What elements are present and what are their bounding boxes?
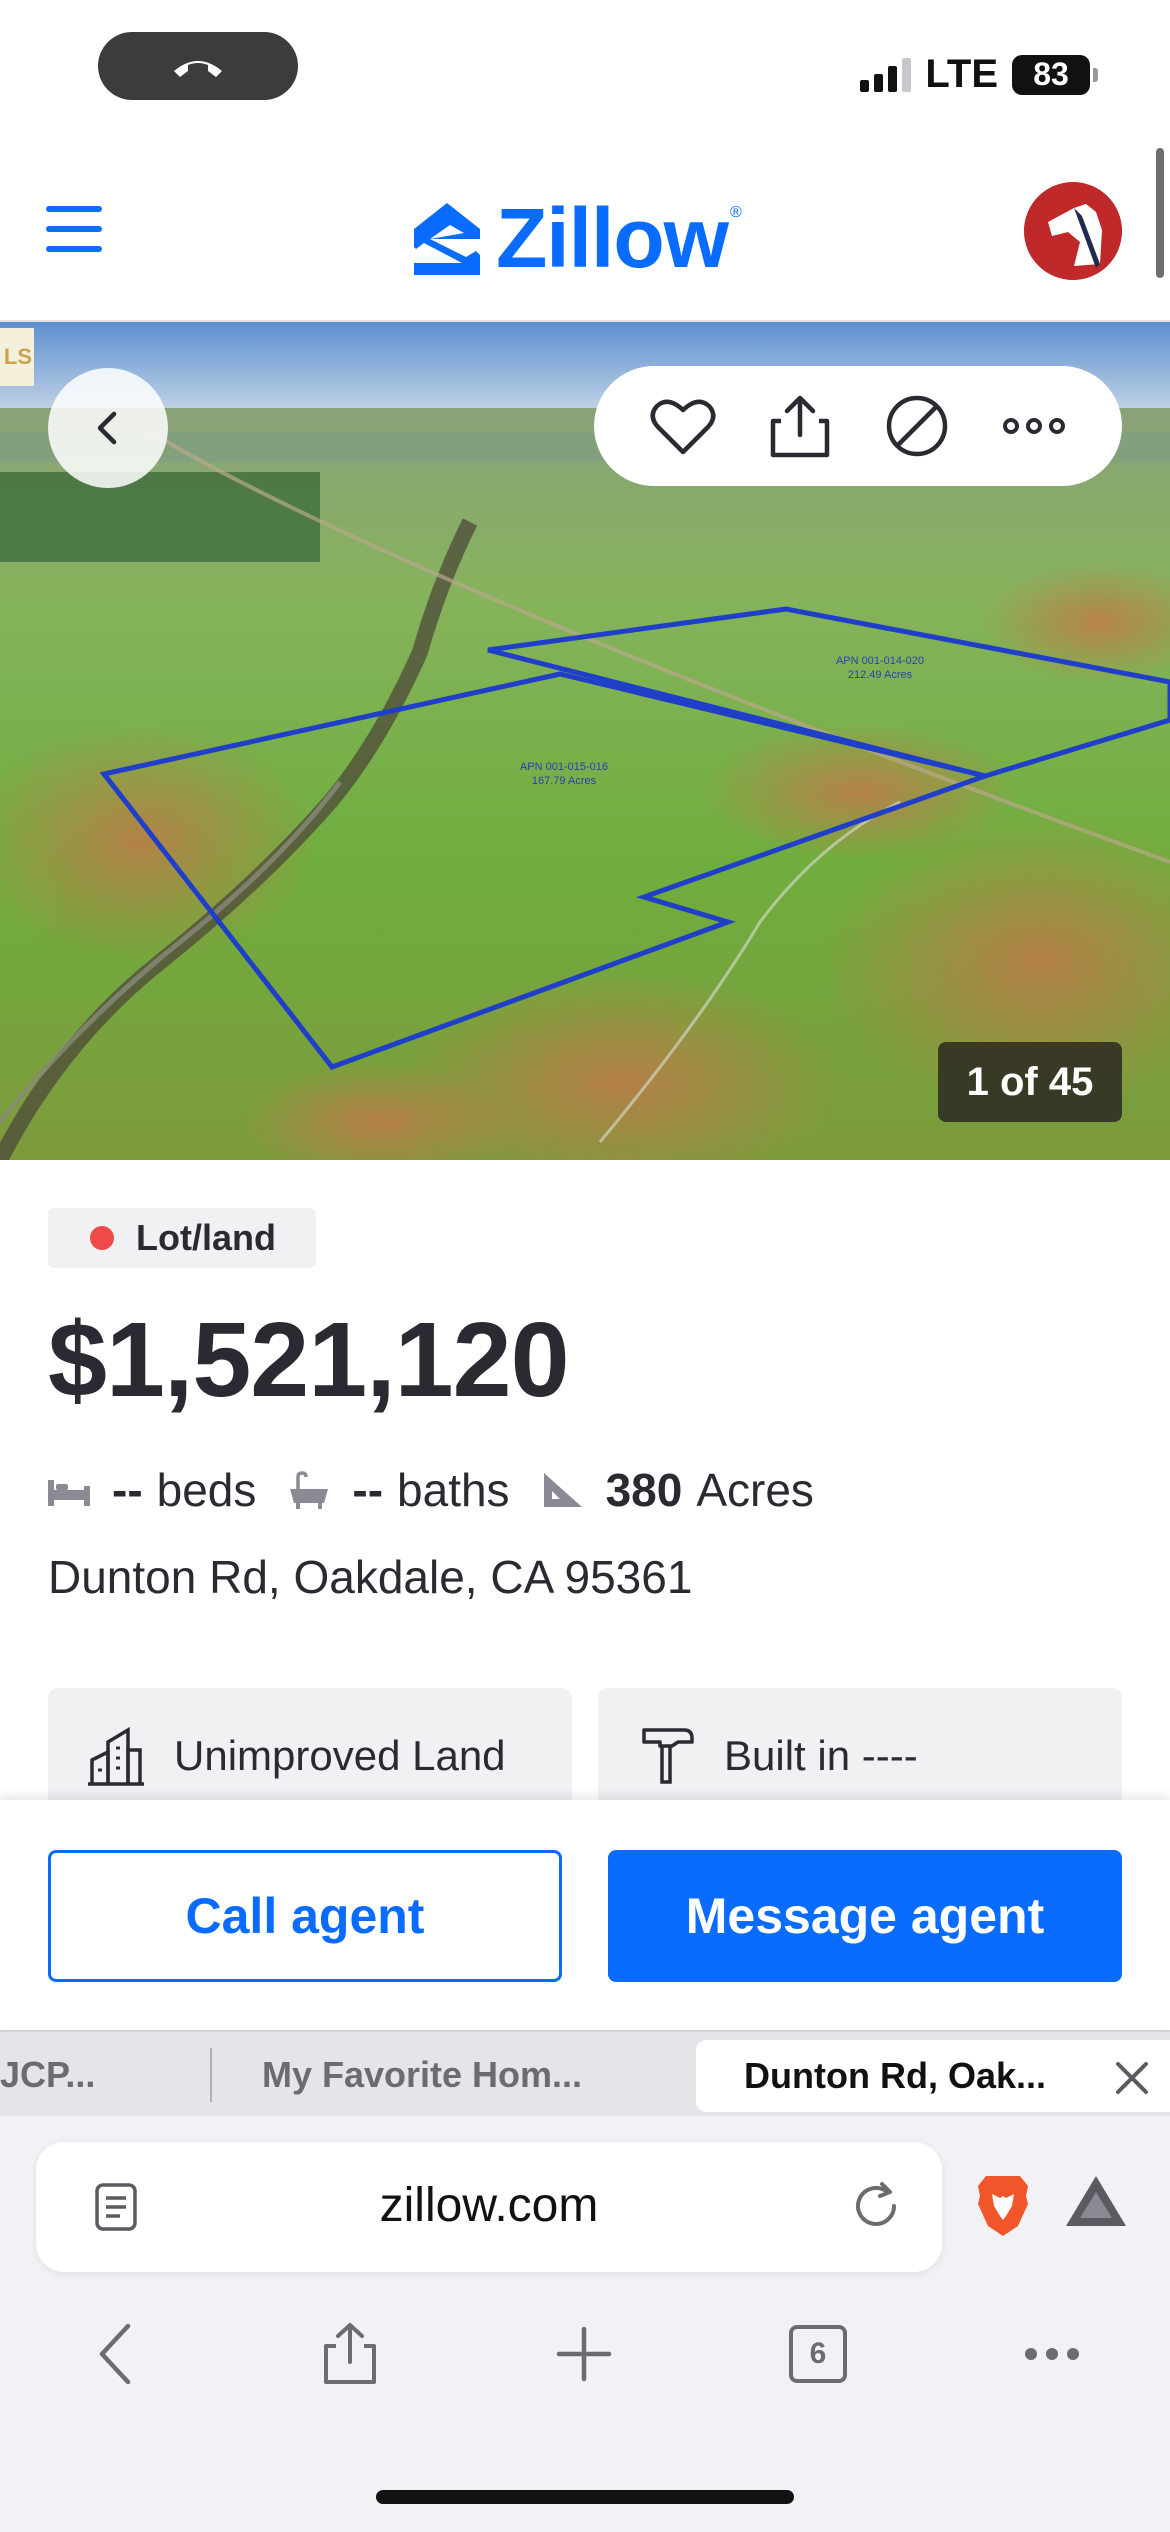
browser-tab-active-title: Dunton Rd, Oak... <box>744 2055 1046 2096</box>
beds-label: beds <box>156 1464 257 1516</box>
more-icon <box>1025 2348 1079 2360</box>
area-fact: 380 Acres <box>542 1463 814 1517</box>
network-type: LTE <box>925 52 998 96</box>
plus-icon <box>556 2326 612 2382</box>
new-tab-button[interactable] <box>534 2304 634 2404</box>
save-button[interactable] <box>643 386 723 466</box>
reload-icon[interactable] <box>848 2178 904 2234</box>
battery-icon: 83 <box>1012 54 1098 95</box>
close-tab-button[interactable] <box>1110 2056 1154 2100</box>
browser-back-button[interactable] <box>66 2304 166 2404</box>
mls-logo: LS <box>0 328 34 386</box>
listing-facts: -- beds -- baths 380 Acres <box>48 1460 814 1520</box>
area-label: Acres <box>696 1464 814 1516</box>
listing-price: $1,521,120 <box>48 1301 570 1419</box>
phone-icon <box>174 61 222 77</box>
tab-divider <box>210 2048 212 2102</box>
signal-strength-icon <box>860 57 912 92</box>
tab-count: 6 <box>789 2325 847 2383</box>
parcel-label-apn-1: APN 001-015-016 <box>520 761 608 773</box>
area-value: 380 <box>605 1464 683 1516</box>
photo-counter: 1 of 45 <box>938 1042 1122 1122</box>
browser-toolbar: 6 <box>0 2304 1170 2404</box>
share-button[interactable] <box>760 386 840 466</box>
listing-type-badge: Lot/land <box>48 1208 316 1268</box>
zillow-z-icon <box>414 202 480 275</box>
status-dot <box>90 1226 114 1250</box>
contact-agent-bar: Call agent Message agent <box>0 1800 1170 2028</box>
browser-chrome: zillow.com 6 <box>0 2116 1170 2532</box>
parcel-label-acres-1: 167.79 Acres <box>532 775 597 787</box>
hide-button[interactable] <box>877 386 957 466</box>
fact-card-home-type-label: Unimproved Land <box>174 1732 506 1779</box>
parcel-label-acres-2: 212.49 Acres <box>848 669 913 681</box>
page-scrollbar[interactable] <box>1156 148 1164 278</box>
listing-actions <box>594 366 1122 486</box>
fact-card-year-built-label: Built in ---- <box>724 1732 918 1779</box>
bed-icon <box>48 1480 90 1506</box>
back-button[interactable] <box>48 368 168 488</box>
url-text: zillow.com <box>379 2179 599 2232</box>
menu-icon[interactable] <box>46 206 102 252</box>
home-indicator[interactable] <box>376 2490 794 2504</box>
browser-tab-1-title: JCP... <box>0 2054 96 2095</box>
browser-tab-1[interactable]: JCP... <box>0 2032 210 2118</box>
call-agent-button[interactable]: Call agent <box>48 1850 562 1982</box>
brand-name: Zillow <box>496 191 729 285</box>
close-icon <box>1116 2062 1148 2094</box>
ruler-triangle-icon <box>543 1473 582 1507</box>
horse-avatar-icon <box>1024 182 1122 280</box>
beds-fact: -- beds <box>48 1463 256 1517</box>
hide-icon <box>886 395 947 457</box>
zillow-logo[interactable]: Zillow ® <box>410 190 742 287</box>
browser-share-button[interactable] <box>300 2304 400 2404</box>
avatar[interactable] <box>1024 182 1122 280</box>
browser-tab-active[interactable]: Dunton Rd, Oak... <box>696 2040 1170 2112</box>
share-icon <box>770 395 829 458</box>
address-bar[interactable]: zillow.com <box>36 2142 942 2272</box>
app-header: Zillow ® <box>0 140 1170 322</box>
listing-address: Dunton Rd, Oakdale, CA 95361 <box>48 1551 693 1603</box>
chevron-left-icon <box>97 411 117 445</box>
brave-shields-icon[interactable] <box>972 2172 1034 2238</box>
more-icon <box>1002 418 1065 434</box>
baths-fact: -- baths <box>288 1463 510 1517</box>
tab-switcher-button[interactable]: 6 <box>768 2304 868 2404</box>
status-bar: LTE 83 <box>0 0 1170 140</box>
browser-tab-2-title: My Favorite Hom... <box>262 2054 583 2095</box>
fact-cards: Unimproved Land Built in ---- <box>48 1688 1122 1800</box>
browser-menu-button[interactable] <box>1002 2304 1102 2404</box>
listing-photo[interactable]: APN 001-015-016 167.79 Acres APN 001-014… <box>0 322 1170 1160</box>
beds-value: -- <box>112 1464 143 1516</box>
parcel-label-apn-2: APN 001-014-020 <box>836 655 924 667</box>
building-icon <box>88 1726 144 1786</box>
bathtub-icon <box>290 1471 329 1509</box>
battery-level: 83 <box>1033 56 1069 92</box>
fact-card-year-built: Built in ---- <box>598 1688 1122 1800</box>
fact-card-home-type: Unimproved Land <box>48 1688 572 1800</box>
share-icon <box>324 2323 376 2384</box>
baths-label: baths <box>397 1464 510 1516</box>
baths-value: -- <box>352 1464 384 1516</box>
listing-type-label: Lot/land <box>136 1217 276 1258</box>
chevron-left-icon <box>99 2323 131 2385</box>
message-agent-button[interactable]: Message agent <box>608 1850 1122 1982</box>
more-options-button[interactable] <box>994 386 1074 466</box>
heart-icon <box>650 399 715 455</box>
hammer-icon <box>642 1728 694 1784</box>
active-call-indicator[interactable] <box>98 32 298 100</box>
browser-tab-2[interactable]: My Favorite Hom... <box>262 2032 642 2118</box>
browser-tab-strip: JCP... My Favorite Hom... Dunton Rd, Oak… <box>0 2030 1170 2116</box>
brave-rewards-icon[interactable] <box>1064 2174 1128 2228</box>
